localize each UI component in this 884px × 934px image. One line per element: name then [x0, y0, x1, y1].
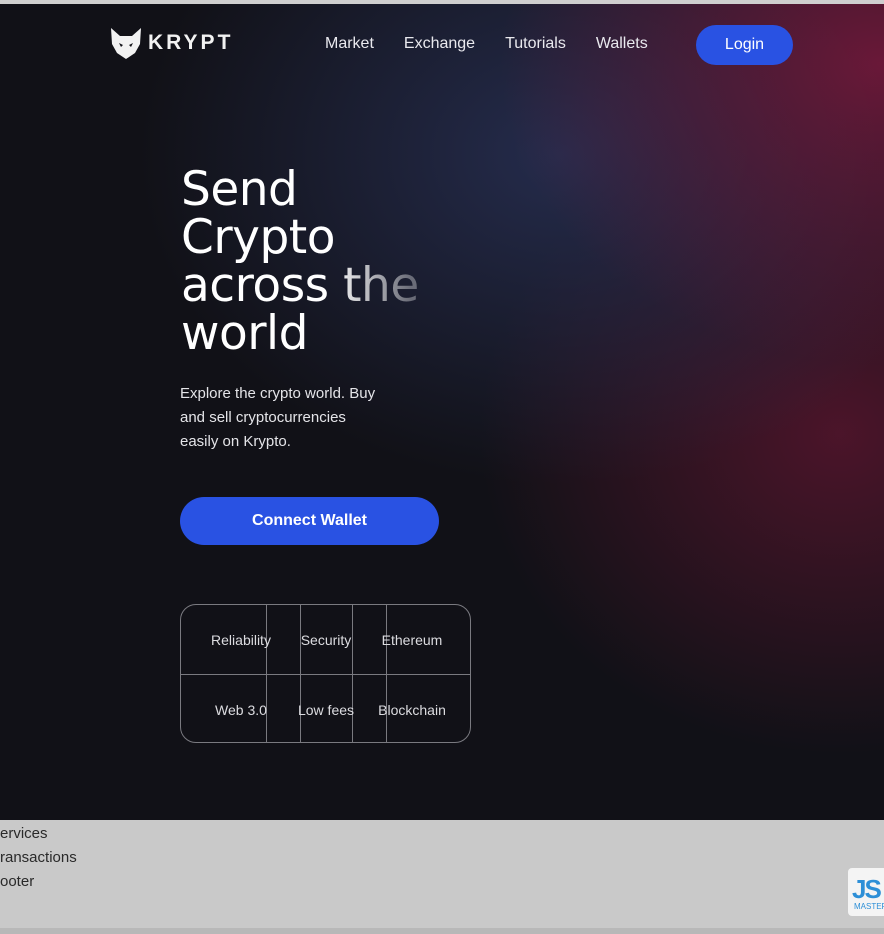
- bottom-strip: [0, 928, 884, 934]
- feature-reliability: Reliability: [211, 632, 271, 648]
- logo[interactable]: KRYPT: [108, 26, 233, 60]
- feature-web3: Web 3.0: [215, 702, 267, 718]
- nav-tutorials[interactable]: Tutorials: [505, 34, 566, 54]
- headline-line-2: Crypto: [181, 210, 335, 265]
- nav-exchange[interactable]: Exchange: [404, 34, 475, 54]
- jsm-watermark: JS MASTER: [848, 868, 884, 916]
- nav-wallets[interactable]: Wallets: [596, 34, 648, 54]
- features-grid: Reliability Security Ethereum Web 3.0 Lo…: [180, 604, 471, 743]
- hero-subtitle: Explore the crypto world. Buy and sell c…: [180, 385, 376, 450]
- section-transactions: ransactions: [0, 849, 77, 866]
- section-list: ervices ransactions ooter: [0, 822, 77, 894]
- feature-security: Security: [300, 632, 352, 648]
- feature-ethereum: Ethereum: [381, 632, 443, 648]
- login-button[interactable]: Login: [696, 25, 793, 65]
- headline-line-3: across the: [181, 262, 441, 310]
- headline-line-4: world: [181, 306, 308, 361]
- feature-low-fees: Low fees: [297, 702, 355, 718]
- section-services: ervices: [0, 825, 48, 842]
- nav-market[interactable]: Market: [325, 34, 374, 54]
- feature-blockchain: Blockchain: [378, 702, 446, 718]
- section-footer: ooter: [0, 873, 35, 890]
- watermark-logo-text: JS: [852, 874, 882, 904]
- connect-wallet-button[interactable]: Connect Wallet: [180, 497, 439, 545]
- grid-divider: [181, 674, 471, 675]
- watermark-subtext: MASTER: [854, 902, 884, 911]
- hero-headline: Send Crypto across the world: [181, 166, 441, 358]
- fox-logo-icon: [111, 28, 141, 59]
- headline-line-1: Send: [181, 162, 298, 217]
- hero-section: KRYPT Market Exchange Tutorials Wallets …: [0, 4, 884, 820]
- main-nav: Market Exchange Tutorials Wallets: [325, 34, 678, 54]
- logo-text: KRYPT: [148, 31, 234, 54]
